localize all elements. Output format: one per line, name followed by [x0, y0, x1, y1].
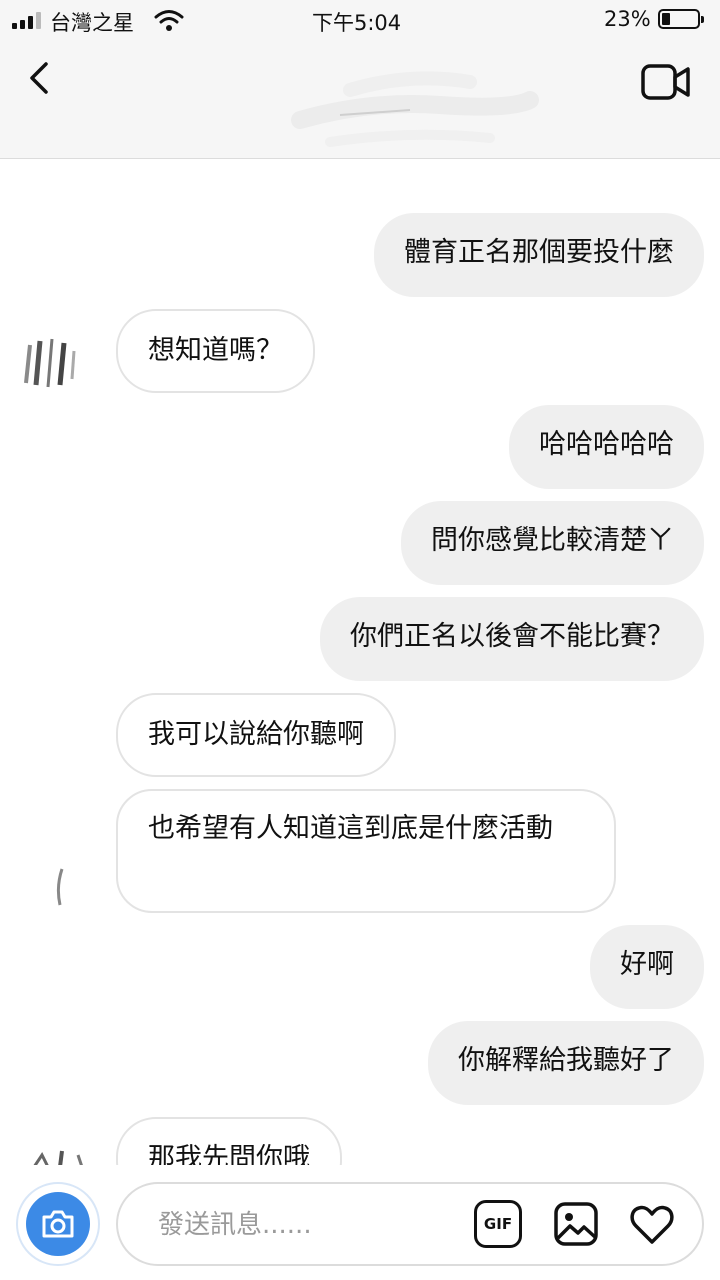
message-input-container[interactable]: GIF — [116, 1182, 704, 1266]
message-bubble-incoming[interactable]: 我可以說給你聽啊 — [116, 693, 396, 777]
message-bubble-outgoing[interactable]: 好啊 — [590, 925, 704, 1009]
battery-percent: 23% — [604, 7, 651, 31]
carrier-name: 台灣之星 — [50, 11, 134, 35]
battery-icon — [658, 9, 704, 29]
message-thread[interactable]: 體育正名那個要投什麼 想知道嗎？ 哈哈哈哈哈 問你感覺比較清楚ㄚ 你們正名以後會… — [0, 159, 720, 1165]
message-bubble-outgoing[interactable]: 問你感覺比較清楚ㄚ — [401, 501, 704, 585]
camera-icon — [26, 1192, 90, 1256]
message-composer: GIF — [0, 1165, 720, 1280]
video-call-icon[interactable] — [640, 60, 692, 104]
status-time: 下午5:04 — [312, 11, 402, 35]
message-bubble-outgoing[interactable]: 你們正名以後會不能比賽？ — [320, 597, 704, 681]
signal-strength-icon — [12, 12, 41, 29]
status-bar: 台灣之星 下午5:04 23% — [0, 0, 720, 40]
wifi-icon — [154, 10, 184, 31]
heart-icon[interactable] — [628, 1200, 676, 1248]
chat-header — [0, 40, 720, 159]
contact-avatar[interactable] — [22, 331, 84, 393]
contact-avatar[interactable] — [28, 1137, 90, 1165]
message-bubble-incoming[interactable]: 也希望有人知道這到底是什麼活動 — [116, 789, 616, 913]
camera-button[interactable] — [16, 1182, 100, 1266]
contact-avatar[interactable] — [46, 849, 86, 909]
image-gallery-icon[interactable] — [552, 1200, 600, 1248]
gif-button[interactable]: GIF — [474, 1200, 522, 1248]
message-bubble-incoming[interactable]: 那我先問你哦 — [116, 1117, 342, 1165]
message-bubble-incoming[interactable]: 想知道嗎？ — [116, 309, 315, 393]
redacted-contact-name — [291, 71, 539, 147]
message-bubble-outgoing[interactable]: 體育正名那個要投什麼 — [374, 213, 704, 297]
back-chevron-icon[interactable] — [22, 58, 62, 98]
message-bubble-outgoing[interactable]: 你解釋給我聽好了 — [428, 1021, 704, 1105]
message-input[interactable] — [156, 1204, 460, 1246]
message-bubble-outgoing[interactable]: 哈哈哈哈哈 — [509, 405, 704, 489]
